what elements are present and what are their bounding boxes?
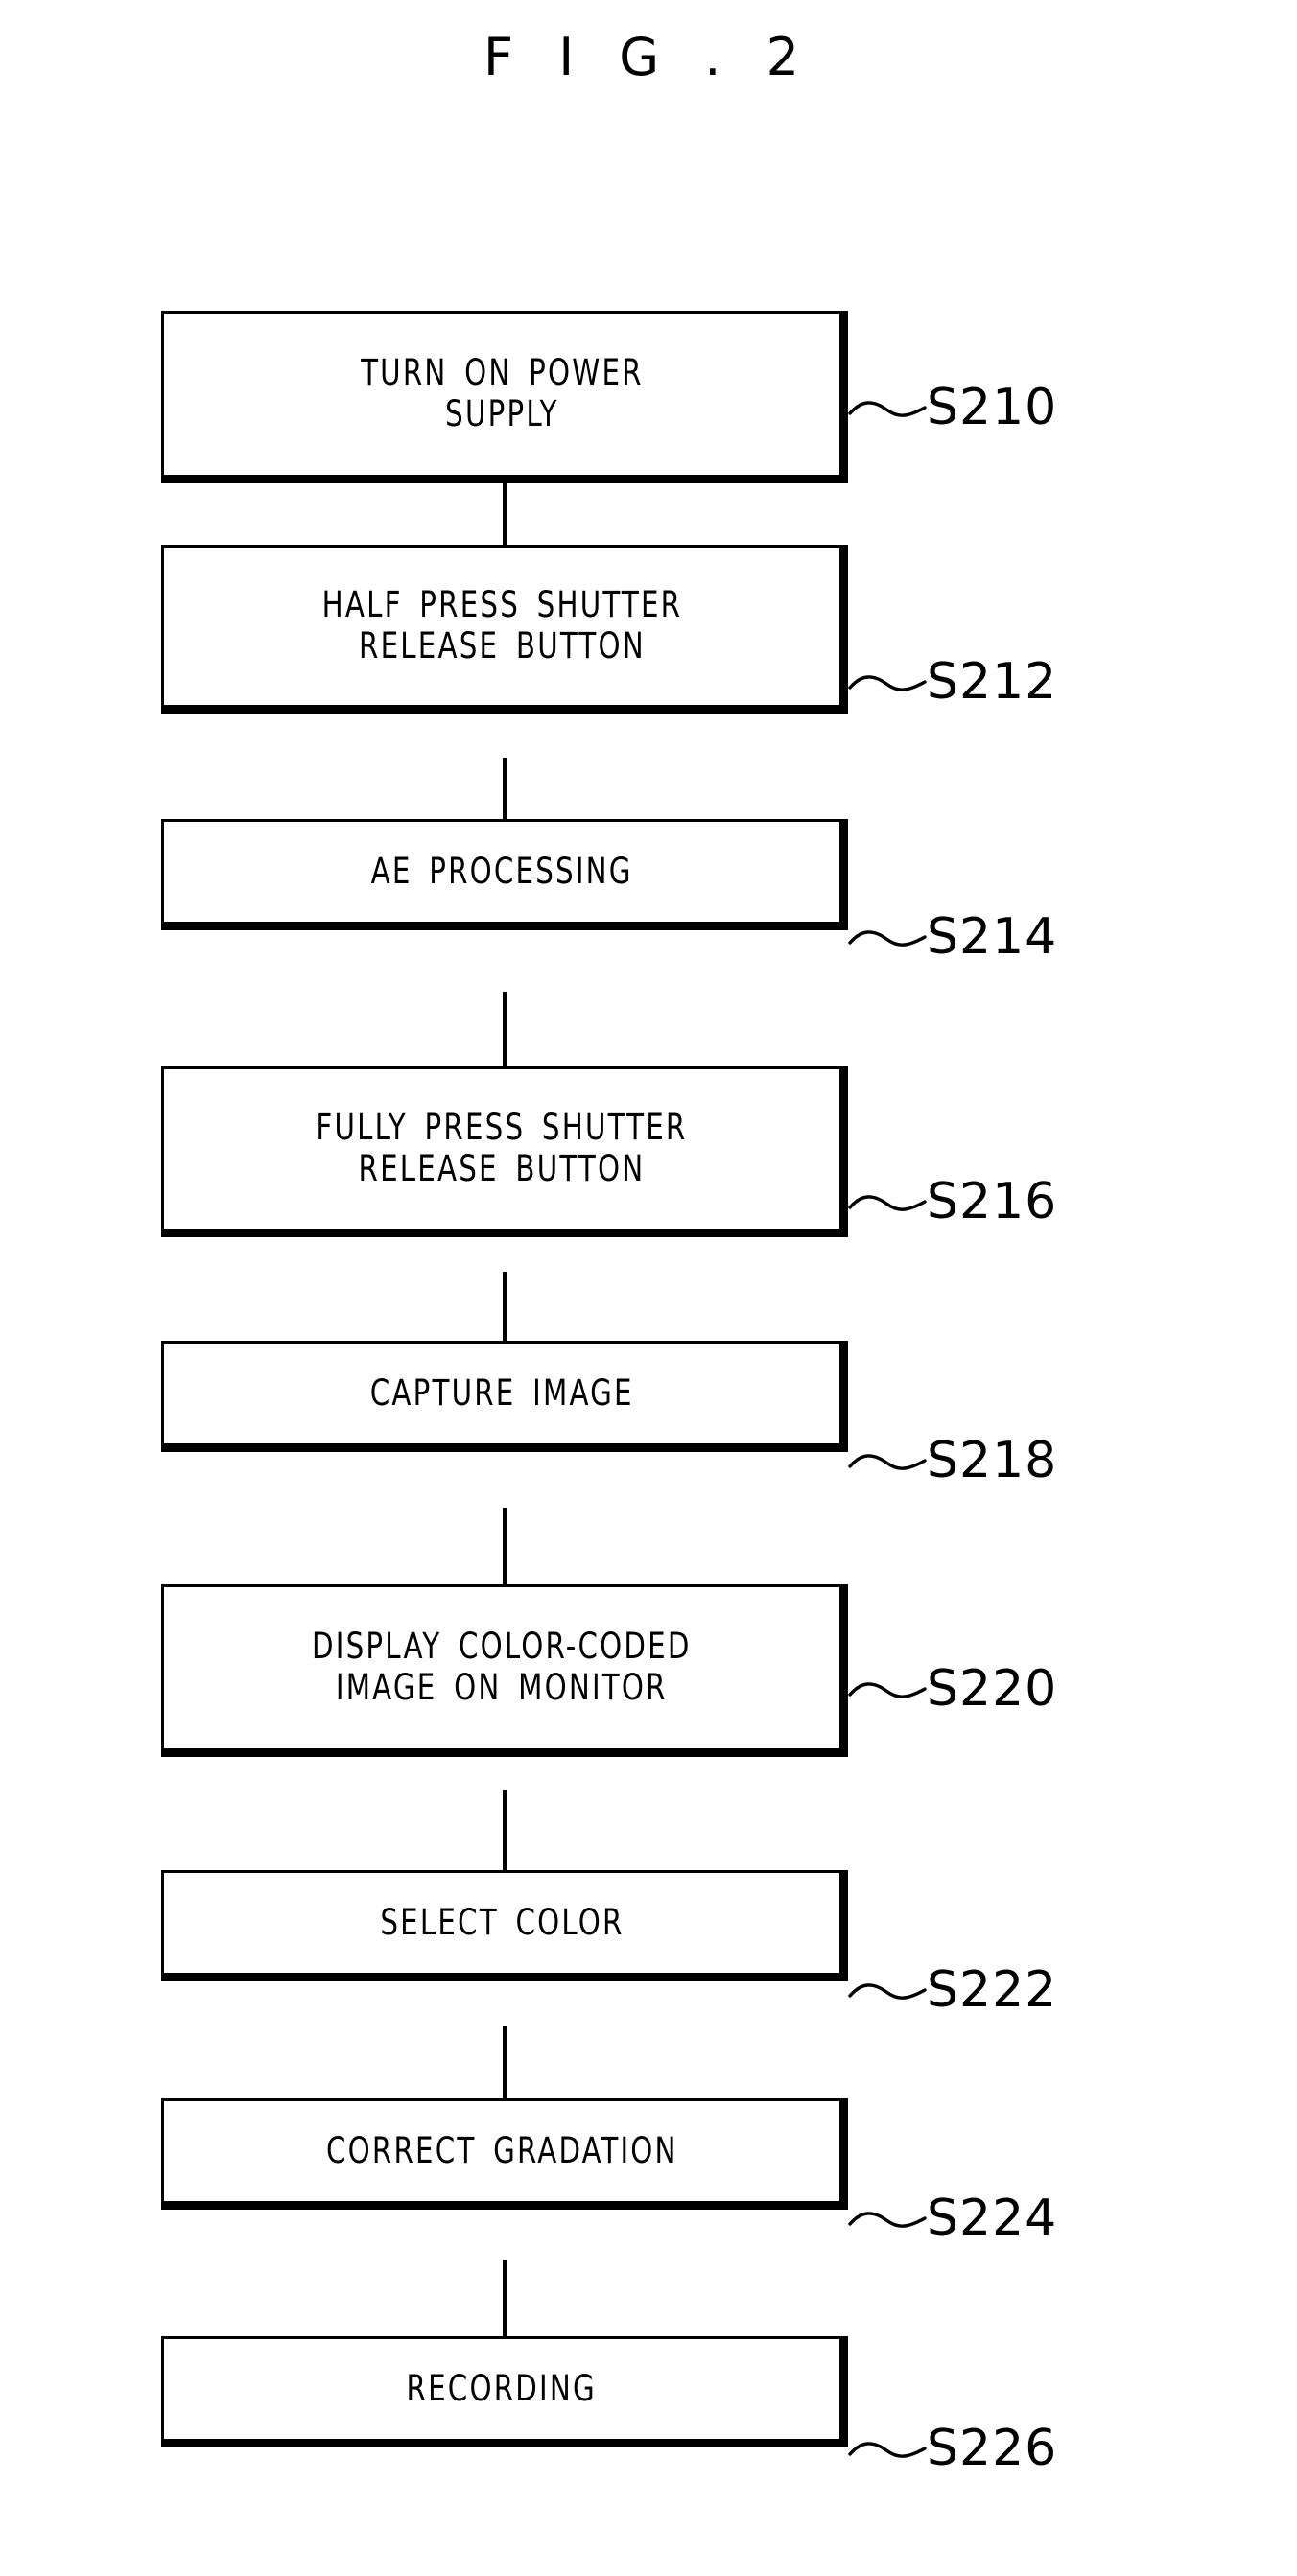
step-ref-label: S224 <box>927 2190 1058 2247</box>
flow-box-half-press-shutter-release-button[interactable]: HALF PRESS SHUTTER RELEASE BUTTON <box>161 545 848 714</box>
squiggle-leader-icon <box>848 1195 927 1211</box>
flow-box-label: RECORDING <box>406 2367 598 2409</box>
step-ref-label: S210 <box>927 379 1058 436</box>
flow-box-ae-processing[interactable]: AE PROCESSING <box>161 819 848 930</box>
flow-box-label: DISPLAY COLOR-CODED IMAGE ON MONITOR <box>312 1626 692 1708</box>
step-ref-s218: S218 <box>848 1427 1057 1494</box>
flow-box-select-color[interactable]: SELECT COLOR <box>161 1870 848 1981</box>
flow-box-label: FULLY PRESS SHUTTER RELEASE BUTTON <box>316 1107 688 1189</box>
flow-box-capture-image[interactable]: CAPTURE IMAGE <box>161 1341 848 1452</box>
step-ref-s216: S216 <box>848 1168 1057 1235</box>
squiggle-leader-icon <box>848 1983 927 2000</box>
flow-box-correct-gradation[interactable]: CORRECT GRADATION <box>161 2098 848 2210</box>
figure-title: F I G . 2 <box>483 27 814 87</box>
squiggle-leader-icon <box>848 930 927 947</box>
step-ref-s210: S210 <box>848 374 1057 441</box>
connector-s218-s220 <box>503 1508 507 1590</box>
connector-s214-s216 <box>503 992 507 1072</box>
flow-box-recording[interactable]: RECORDING <box>161 2336 848 2447</box>
step-ref-s212: S212 <box>848 648 1057 715</box>
step-ref-s226: S226 <box>848 2415 1057 2482</box>
step-ref-label: S218 <box>927 1432 1058 1489</box>
connector-s222-s224 <box>503 2026 507 2104</box>
connector-s210-s212 <box>503 478 507 550</box>
step-ref-s224: S224 <box>848 2185 1057 2252</box>
flow-box-turn-on-power-supply[interactable]: TURN ON POWER SUPPLY <box>161 311 848 483</box>
squiggle-leader-icon <box>848 2442 927 2458</box>
step-ref-label: S216 <box>927 1173 1058 1230</box>
flow-box-label: CORRECT GRADATION <box>325 2129 678 2171</box>
flow-box-fully-press-shutter-release-button[interactable]: FULLY PRESS SHUTTER RELEASE BUTTON <box>161 1066 848 1237</box>
squiggle-leader-icon <box>848 401 927 417</box>
step-ref-s220: S220 <box>848 1655 1057 1722</box>
connector-s212-s214 <box>503 758 507 825</box>
figure-canvas: F I G . 2 TURN ON POWER SUPPLY HALF PRES… <box>0 0 1297 2576</box>
step-ref-label: S214 <box>927 908 1058 966</box>
step-ref-s222: S222 <box>848 1956 1057 2024</box>
connector-s216-s218 <box>503 1272 507 1347</box>
squiggle-leader-icon <box>848 675 927 691</box>
flow-box-label: SELECT COLOR <box>379 1901 625 1943</box>
step-ref-label: S220 <box>927 1660 1058 1718</box>
step-ref-s214: S214 <box>848 903 1057 971</box>
flow-box-label: CAPTURE IMAGE <box>369 1371 634 1414</box>
flow-box-label: TURN ON POWER SUPPLY <box>360 352 644 434</box>
connector-s224-s226 <box>503 2260 507 2342</box>
flow-box-display-color-coded-image-on-monitor[interactable]: DISPLAY COLOR-CODED IMAGE ON MONITOR <box>161 1584 848 1757</box>
flow-box-label: HALF PRESS SHUTTER RELEASE BUTTON <box>321 584 682 667</box>
squiggle-leader-icon <box>848 1682 927 1698</box>
squiggle-leader-icon <box>848 1454 927 1470</box>
step-ref-label: S222 <box>927 1961 1058 2019</box>
squiggle-leader-icon <box>848 2212 927 2228</box>
connector-s220-s222 <box>503 1790 507 1876</box>
step-ref-label: S226 <box>927 2420 1058 2477</box>
flow-box-label: AE PROCESSING <box>370 850 633 892</box>
step-ref-label: S212 <box>927 653 1058 711</box>
